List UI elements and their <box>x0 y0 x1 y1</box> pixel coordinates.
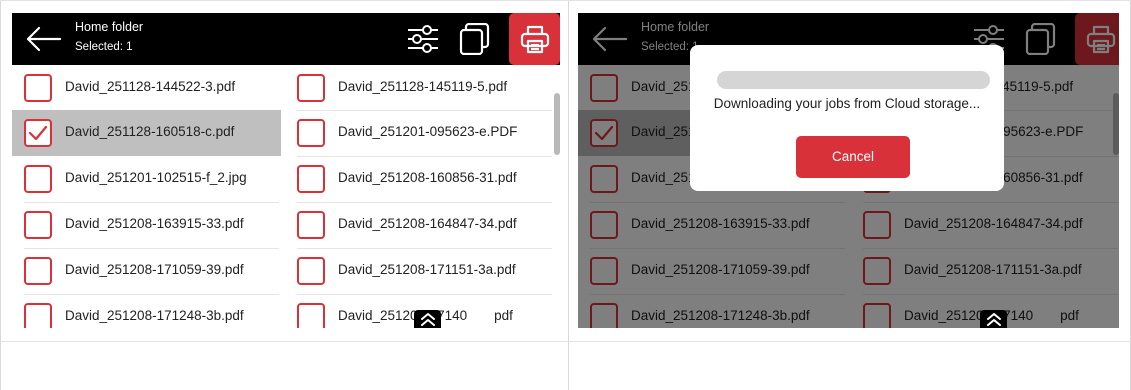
double-chevron-up-icon <box>421 313 435 326</box>
checkbox[interactable] <box>24 211 52 239</box>
file-name: David_251208-163915-33.pdf <box>65 216 244 231</box>
checkbox[interactable] <box>297 74 325 102</box>
filter-button[interactable] <box>406 23 440 55</box>
scroll-to-top-button <box>980 310 1007 328</box>
back-button[interactable] <box>24 25 62 53</box>
file-item[interactable]: David_251128-145119-5.pdf <box>285 65 554 111</box>
download-progress-bar <box>717 71 990 89</box>
file-name: David_251208-171151-3a.pdf <box>338 262 516 277</box>
file-name-tail: pdf <box>494 308 513 323</box>
copies-icon <box>459 22 490 56</box>
scrollbar-thumb[interactable] <box>554 93 560 155</box>
checkbox-checked[interactable] <box>24 119 52 147</box>
checkbox[interactable] <box>297 303 325 328</box>
file-item[interactable]: David_251208-171059-39.pdf <box>12 248 281 294</box>
print-button[interactable] <box>509 13 560 65</box>
file-name-head: David_251208-17140 <box>338 308 468 323</box>
file-item[interactable]: David_251208-171151-3a.pdf <box>285 248 554 294</box>
file-item[interactable]: David_251201-102515-f_2.jpg <box>12 156 281 202</box>
sliders-icon <box>408 25 438 53</box>
file-item[interactable]: David_251208-164847-34.pdf <box>285 202 554 248</box>
checkbox[interactable] <box>297 119 325 147</box>
frame-caption-line <box>0 341 1131 342</box>
file-name: David_251128-160518-c.pdf <box>65 124 235 139</box>
file-name: David_251208-171248-3b.pdf <box>65 308 244 323</box>
printer-icon <box>520 25 550 54</box>
file-name: David_251201-095623-e.PDF <box>338 124 518 139</box>
file-name: David_251128-145119-5.pdf <box>338 79 508 94</box>
top-bar: Home folder Selected: 1 <box>12 13 560 65</box>
checkbox[interactable] <box>297 165 325 193</box>
file-name: David_251201-102515-f_2.jpg <box>65 170 247 185</box>
selection-count: Selected: 1 <box>75 41 133 53</box>
frame-border-top <box>0 0 1131 1</box>
checkbox[interactable] <box>24 303 52 328</box>
checkbox[interactable] <box>297 211 325 239</box>
dialog-message: Downloading your jobs from Cloud storage… <box>713 96 981 111</box>
file-name: David_251208-164847-34.pdf <box>338 216 517 231</box>
file-list: David_251128-144522-3.pdf David_251128-1… <box>12 65 560 328</box>
file-name: David_251128-144522-3.pdf <box>65 79 236 94</box>
checkbox[interactable] <box>297 257 325 285</box>
folder-title: Home folder <box>75 20 144 34</box>
file-list-screen: Home folder Selected: 1 David_251128-144… <box>12 13 560 328</box>
file-item[interactable]: David_251128-144522-3.pdf <box>12 65 281 111</box>
file-item-selected[interactable]: David_251128-160518-c.pdf <box>12 110 281 156</box>
double-chevron-up-icon <box>987 313 1001 326</box>
checkbox[interactable] <box>24 257 52 285</box>
file-item[interactable]: David_251208-160856-31.pdf <box>285 156 554 202</box>
file-item[interactable]: David_251208-163915-33.pdf <box>12 202 281 248</box>
file-item[interactable]: David_251208-171248-3b.pdf <box>12 294 281 328</box>
arrow-left-icon <box>26 26 62 52</box>
file-item[interactable]: David_251201-095623-e.PDF <box>285 110 554 156</box>
copies-button[interactable] <box>458 22 492 56</box>
cancel-button[interactable]: Cancel <box>796 136 910 178</box>
checkbox[interactable] <box>24 74 52 102</box>
frame-border-left <box>0 0 1 390</box>
progress-fill <box>717 71 990 89</box>
scroll-to-top-button[interactable] <box>414 310 441 328</box>
file-name: David_251208-160856-31.pdf <box>338 170 517 185</box>
checkbox[interactable] <box>24 165 52 193</box>
download-dialog: Downloading your jobs from Cloud storage… <box>690 45 1004 191</box>
download-dialog-screen: Home folder Selected: 1 <box>578 13 1119 328</box>
frame-divider <box>568 0 569 390</box>
checkmark-icon <box>28 125 48 141</box>
file-name: David_251208-171059-39.pdf <box>65 262 244 277</box>
